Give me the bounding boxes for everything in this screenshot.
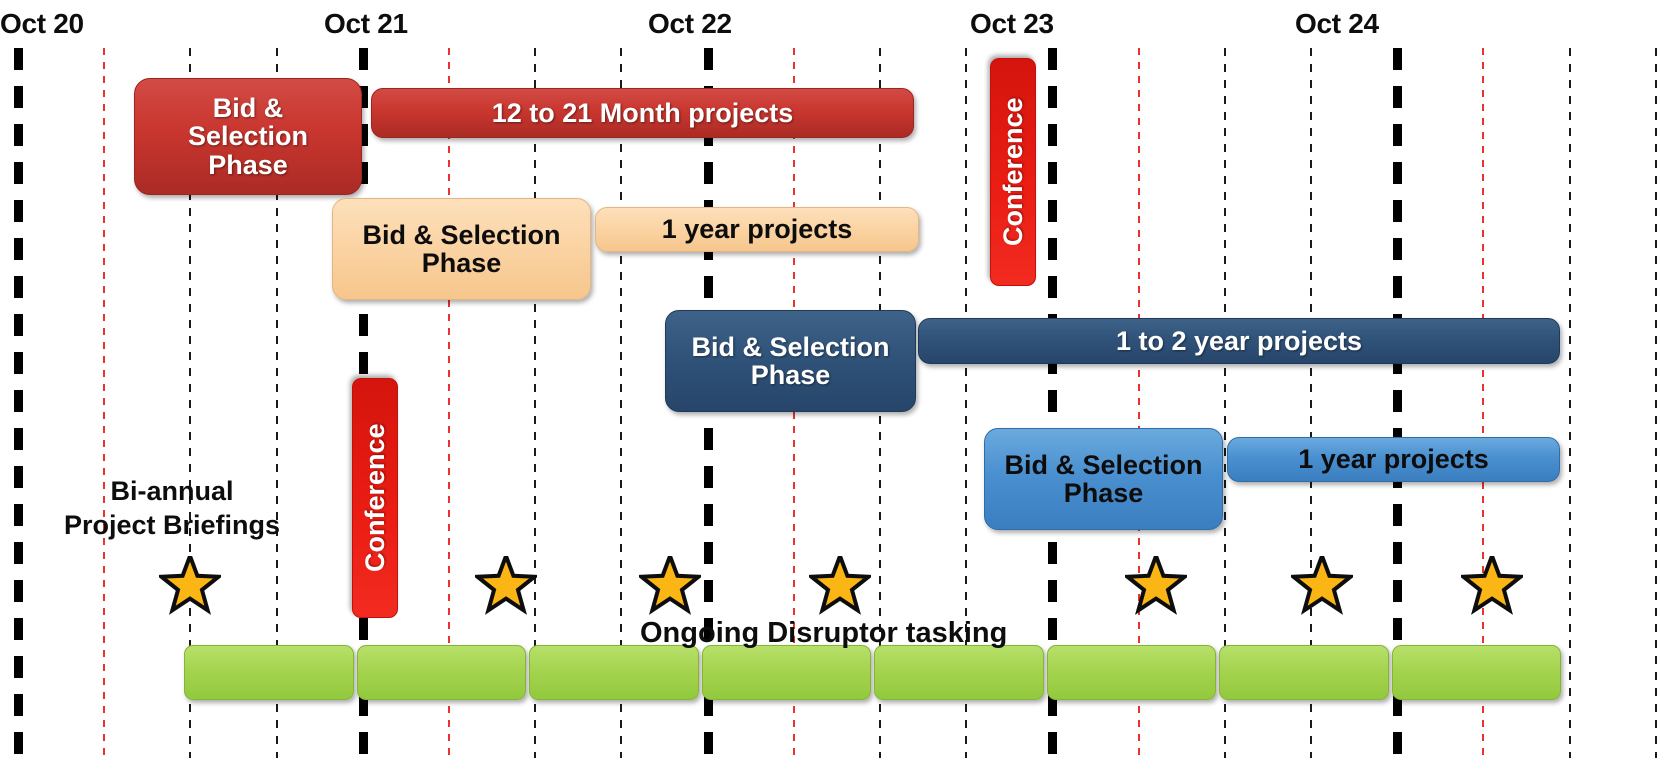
bar-label: Conference xyxy=(359,423,390,573)
bar-navy-1-to-2-year-projects[interactable]: 1 to 2 year projects xyxy=(918,318,1560,364)
bar-label-line2: Phase xyxy=(1063,478,1144,508)
annotation-ongoing-disruptor-tasking: Ongoing Disruptor tasking xyxy=(640,617,1008,649)
bar-conference-oct23[interactable]: Conference xyxy=(990,58,1036,286)
bar-blue-1-year-projects[interactable]: 1 year projects xyxy=(1227,437,1560,482)
ongoing-tasking-segment[interactable] xyxy=(701,645,871,700)
bar-label: 1 year projects xyxy=(661,214,853,245)
gridline-minor xyxy=(1568,48,1571,758)
bar-label-line1: Bid & Selection xyxy=(691,331,890,362)
ongoing-tasking-segment[interactable] xyxy=(1391,645,1561,700)
ongoing-tasking-segment[interactable] xyxy=(1046,645,1216,700)
ongoing-tasking-segment[interactable] xyxy=(184,645,354,700)
milestone-star-icon xyxy=(806,550,874,616)
gridline-red xyxy=(103,48,106,758)
gridline-minor xyxy=(1654,48,1657,758)
bar-orange-bid-selection-phase[interactable]: Bid & Selection Phase xyxy=(332,198,591,300)
bar-red-12-to-21-month-projects[interactable]: 12 to 21 Month projects xyxy=(371,88,914,138)
bar-blue-bid-selection-phase[interactable]: Bid & Selection Phase xyxy=(984,428,1223,530)
gridline-major xyxy=(14,48,23,758)
bar-red-bid-selection-phase[interactable]: Bid & Selection Phase xyxy=(134,78,362,195)
milestone-star-icon xyxy=(1288,550,1356,616)
axis-tick-oct22: Oct 22 xyxy=(648,8,732,39)
axis-tick-oct20: Oct 20 xyxy=(0,8,84,39)
bar-label-line1: Bid & Selection xyxy=(1004,449,1203,480)
bar-label-line3: Phase xyxy=(208,149,288,180)
bar-label: Conference xyxy=(997,97,1028,247)
bar-label: 1 to 2 year projects xyxy=(1115,325,1363,356)
axis-tick-oct21: Oct 21 xyxy=(324,8,408,39)
milestone-star-icon xyxy=(472,550,540,616)
axis-tick-oct23: Oct 23 xyxy=(970,8,1054,39)
bar-label-line1: Bid & Selection xyxy=(362,219,561,250)
annotation-bi-annual-briefings: Bi-annual Project Briefings xyxy=(52,475,292,543)
annotation-line1: Bi-annual xyxy=(110,476,234,506)
bar-label: 1 year projects xyxy=(1298,444,1489,475)
bar-label-line2: Phase xyxy=(750,360,831,390)
timeline-chart: Oct 20 Oct 21 Oct 22 Oct 23 Oct 24 Bid &… xyxy=(0,0,1660,758)
bar-label: 12 to 21 Month projects xyxy=(491,97,794,128)
bar-orange-1-year-projects[interactable]: 1 year projects xyxy=(595,207,919,252)
ongoing-tasking-segment[interactable] xyxy=(874,645,1044,700)
bar-label-line2: Phase xyxy=(421,248,502,278)
milestone-star-icon xyxy=(1122,550,1190,616)
bar-conference-oct21[interactable]: Conference xyxy=(352,378,398,618)
milestone-star-icon xyxy=(1458,550,1526,616)
ongoing-tasking-segment[interactable] xyxy=(529,645,699,700)
bar-navy-bid-selection-phase[interactable]: Bid & Selection Phase xyxy=(665,310,916,412)
milestone-star-icon xyxy=(636,550,704,616)
ongoing-tasking-segment[interactable] xyxy=(356,645,526,700)
bar-label-line1: Bid & xyxy=(212,93,284,124)
axis-tick-oct24: Oct 24 xyxy=(1295,8,1379,39)
ongoing-tasking-segment[interactable] xyxy=(1219,645,1389,700)
annotation-line2: Project Briefings xyxy=(63,509,281,540)
bar-label-line2: Selection xyxy=(187,121,309,152)
milestone-star-icon xyxy=(156,550,224,616)
